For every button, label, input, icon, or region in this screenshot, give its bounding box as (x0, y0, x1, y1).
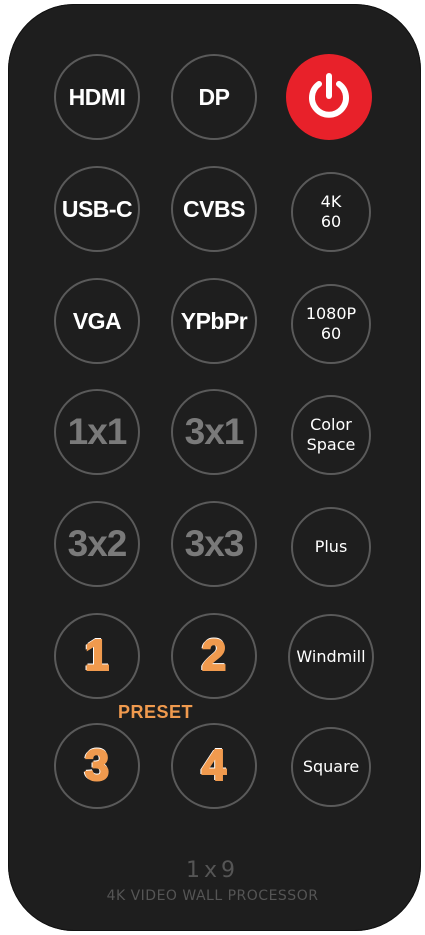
hdmi-button[interactable]: HDMI (54, 54, 140, 140)
preset-3-button[interactable]: 3 (54, 723, 140, 809)
color-space-label: Color Space (306, 415, 356, 454)
vga-button[interactable]: VGA (54, 278, 140, 364)
preset-3-label: 3 (84, 740, 111, 791)
layout-3x1-label: 3x1 (184, 411, 245, 452)
cvbs-button[interactable]: CVBS (171, 166, 257, 252)
1080p60-button[interactable]: 1080P 60 (291, 284, 371, 364)
plus-button[interactable]: Plus (291, 507, 371, 587)
4k60-button[interactable]: 4K 60 (291, 172, 371, 252)
vga-label: VGA (72, 307, 122, 334)
layout-3x3-button[interactable]: 3x3 (171, 501, 257, 587)
layout-1x1-button[interactable]: 1x1 (54, 389, 140, 475)
dp-button[interactable]: DP (171, 54, 257, 140)
preset-2-label: 2 (201, 630, 228, 681)
windmill-button[interactable]: Windmill (288, 614, 374, 700)
power-icon (309, 73, 349, 118)
dp-label: DP (198, 83, 230, 110)
model-number: 1x9 (185, 858, 239, 883)
color-space-button[interactable]: Color Space (291, 395, 371, 475)
ypbpr-label: YPbPr (180, 307, 248, 334)
usbc-label: USB-C (61, 195, 133, 222)
preset-title: PRESET (118, 702, 194, 722)
layout-3x3-label: 3x3 (184, 523, 245, 564)
usbc-button[interactable]: USB-C (54, 166, 140, 252)
preset-4-label: 4 (201, 740, 228, 791)
1080p60-label: 1080P 60 (305, 304, 357, 343)
layout-1x1-label: 1x1 (67, 411, 128, 452)
cvbs-label: CVBS (183, 195, 245, 222)
hdmi-label: HDMI (68, 83, 126, 110)
preset-4-button[interactable]: 4 (171, 723, 257, 809)
4k60-label: 4K 60 (320, 192, 342, 231)
layout-3x2-label: 3x2 (67, 523, 128, 564)
layout-3x1-button[interactable]: 3x1 (171, 389, 257, 475)
square-button[interactable]: Square (291, 727, 371, 807)
power-button[interactable] (286, 54, 372, 140)
preset-1-label: 1 (84, 630, 111, 681)
windmill-label: Windmill (296, 647, 366, 666)
layout-3x2-button[interactable]: 3x2 (54, 501, 140, 587)
ypbpr-button[interactable]: YPbPr (171, 278, 257, 364)
square-label: Square (302, 757, 360, 776)
preset-2-button[interactable]: 2 (171, 613, 257, 699)
plus-label: Plus (314, 537, 348, 556)
preset-1-button[interactable]: 1 (54, 613, 140, 699)
product-name: 4K VIDEO WALL PROCESSOR (106, 888, 319, 904)
